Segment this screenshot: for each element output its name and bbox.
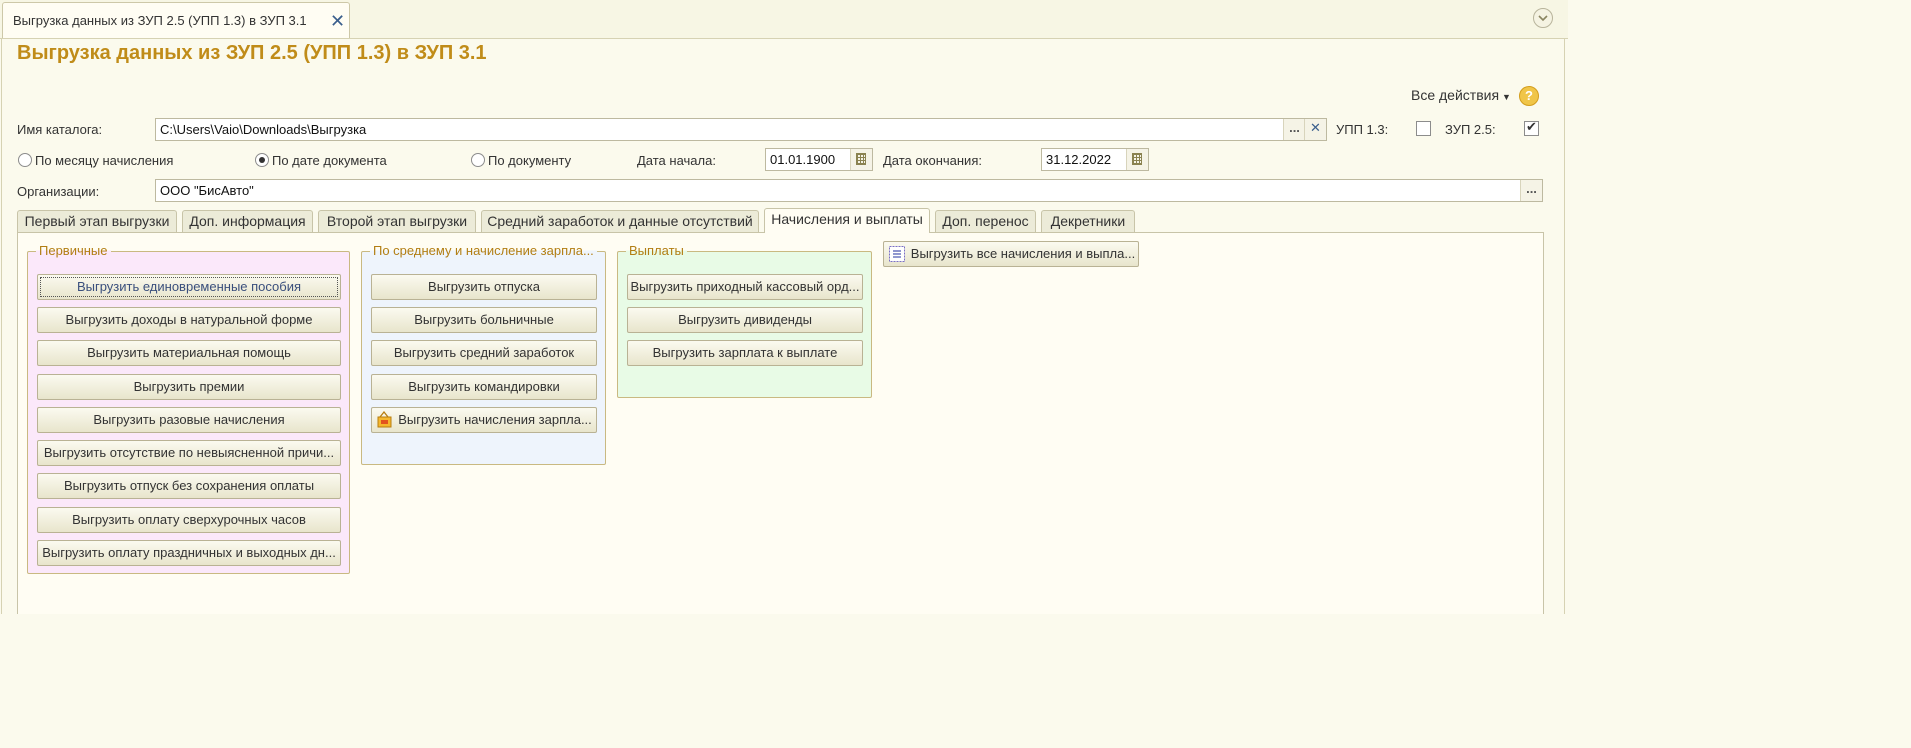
export-cash-receipt-button[interactable]: Выгрузить приходный кассовый орд... xyxy=(627,274,863,300)
tab-first-stage[interactable]: Первый этап выгрузки xyxy=(17,210,177,232)
catalog-path-input[interactable]: C:\Users\Vaio\Downloads\Выгрузка ... ✕ xyxy=(155,118,1327,141)
date-start-value: 01.01.1900 xyxy=(770,152,836,167)
catalog-label: Имя каталога: xyxy=(17,122,103,137)
calendar-icon[interactable] xyxy=(850,149,872,170)
export-salary-payout-button[interactable]: Выгрузить зарплата к выплате xyxy=(627,340,863,366)
organization-input[interactable]: ООО "БисАвто" ... xyxy=(155,179,1543,202)
clear-icon[interactable]: ✕ xyxy=(1304,119,1326,140)
radio-by-document-date-label[interactable]: По дате документа xyxy=(272,153,387,168)
group-average-title: По среднему и начисление зарпла... xyxy=(370,243,597,258)
export-lump-sum-benefits-button[interactable]: Выгрузить единовременные пособия xyxy=(37,274,341,300)
export-one-time-accruals-button[interactable]: Выгрузить разовые начисления xyxy=(37,407,341,433)
tab-additional-info[interactable]: Доп. информация xyxy=(182,210,313,232)
export-average-earnings-button[interactable]: Выгрузить средний заработок xyxy=(371,340,597,366)
page-title: Выгрузка данных из ЗУП 2.5 (УПП 1.3) в З… xyxy=(17,42,487,64)
export-holiday-pay-button[interactable]: Выгрузить оплату праздничных и выходных … xyxy=(37,540,341,566)
date-start-input[interactable]: 01.01.1900 xyxy=(765,148,873,171)
choose-organization-button[interactable]: ... xyxy=(1520,180,1542,201)
radio-by-document[interactable] xyxy=(471,153,485,167)
export-overtime-button[interactable]: Выгрузить оплату сверхурочных часов xyxy=(37,507,341,533)
group-primary-title: Первичные xyxy=(36,243,111,258)
export-in-kind-income-button[interactable]: Выгрузить доходы в натуральной форме xyxy=(37,307,341,333)
tab-maternity[interactable]: Декретники xyxy=(1041,210,1135,232)
export-vacations-button[interactable]: Выгрузить отпуска xyxy=(371,274,597,300)
date-end-input[interactable]: 31.12.2022 xyxy=(1041,148,1149,171)
export-all-accruals-label: Выгрузить все начисления и выпла... xyxy=(910,246,1136,261)
all-actions-label: Все действия xyxy=(1411,87,1500,103)
tab-accruals-payments[interactable]: Начисления и выплаты xyxy=(764,208,930,233)
tab-second-stage[interactable]: Второй этап выгрузки xyxy=(318,210,476,232)
all-actions-menu[interactable]: Все действия ▼ xyxy=(1411,87,1511,103)
organization-label: Организации: xyxy=(17,184,100,199)
export-unexplained-absence-button[interactable]: Выгрузить отсутствие по невыясненной при… xyxy=(37,440,341,466)
organization-value: ООО "БисАвто" xyxy=(160,183,254,198)
help-icon[interactable]: ? xyxy=(1519,86,1539,106)
close-icon[interactable]: ✕ xyxy=(330,12,345,30)
upp-label: УПП 1.3: xyxy=(1336,122,1389,137)
date-end-value: 31.12.2022 xyxy=(1046,152,1112,167)
zup-label: ЗУП 2.5: xyxy=(1445,122,1496,137)
catalog-path-value: C:\Users\Vaio\Downloads\Выгрузка xyxy=(160,122,367,137)
export-material-aid-button[interactable]: Выгрузить материальная помощь xyxy=(37,340,341,366)
document-tab[interactable]: Выгрузка данных из ЗУП 2.5 (УПП 1.3) в З… xyxy=(2,2,350,38)
document-tab-title: Выгрузка данных из ЗУП 2.5 (УПП 1.3) в З… xyxy=(13,13,307,28)
calendar-icon[interactable] xyxy=(1126,149,1148,170)
radio-by-document-label[interactable]: По документу xyxy=(488,153,571,168)
export-business-trips-button[interactable]: Выгрузить командировки xyxy=(371,374,597,400)
frame-left-border xyxy=(1,38,2,614)
frame-right-border xyxy=(1564,38,1565,614)
radio-by-month[interactable] xyxy=(18,153,32,167)
radio-by-month-label[interactable]: По месяцу начисления xyxy=(35,153,173,168)
export-bonuses-button[interactable]: Выгрузить премии xyxy=(37,374,341,400)
tab-extra-transfer[interactable]: Доп. перенос xyxy=(935,210,1036,232)
window-menu-icon[interactable] xyxy=(1533,8,1553,28)
radio-by-document-date[interactable] xyxy=(255,153,269,167)
list-icon xyxy=(889,246,905,262)
date-end-label: Дата окончания: xyxy=(883,153,982,168)
tab-average-earnings[interactable]: Средний заработок и данные отсутствий xyxy=(481,210,759,232)
salary-export-icon xyxy=(377,411,392,428)
chevron-down-icon: ▼ xyxy=(1502,92,1511,102)
choose-folder-button[interactable]: ... xyxy=(1283,119,1305,140)
group-payments-title: Выплаты xyxy=(626,243,687,258)
export-dividends-button[interactable]: Выгрузить дивиденды xyxy=(627,307,863,333)
export-salary-accruals-button[interactable]: Выгрузить начисления зарпла... xyxy=(371,407,597,433)
export-sick-leave-button[interactable]: Выгрузить больничные xyxy=(371,307,597,333)
zup-checkbox[interactable] xyxy=(1524,119,1539,136)
upp-checkbox[interactable] xyxy=(1416,121,1431,136)
export-unpaid-leave-button[interactable]: Выгрузить отпуск без сохранения оплаты xyxy=(37,473,341,499)
date-start-label: Дата начала: xyxy=(637,153,716,168)
export-all-accruals-button[interactable]: Выгрузить все начисления и выпла... xyxy=(883,241,1139,267)
export-salary-accruals-label: Выгрузить начисления зарпла... xyxy=(398,412,592,427)
